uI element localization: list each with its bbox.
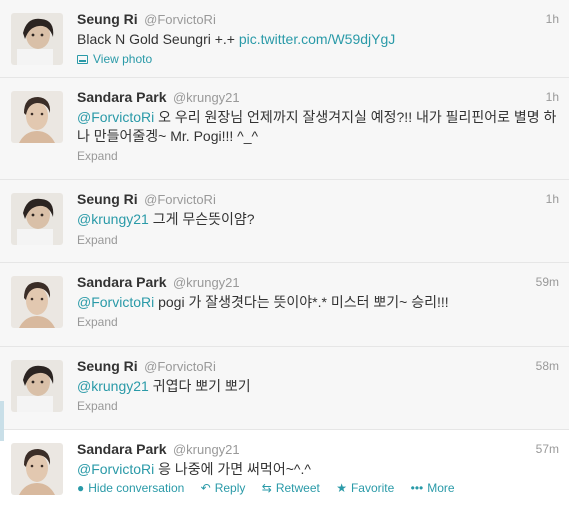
photo-icon [77, 55, 88, 64]
expand-link[interactable]: Expand [77, 149, 118, 163]
username[interactable]: @krungy21 [173, 442, 240, 457]
star-icon: ★ [336, 481, 347, 495]
view-photo-link[interactable]: View photo [77, 52, 152, 66]
timestamp[interactable]: 58m [536, 359, 559, 373]
retweet-icon: ⇆ [261, 481, 272, 495]
retweet-button[interactable]: ⇆ Retweet [262, 481, 320, 495]
conversation-indicator-bar [0, 401, 4, 441]
expand-link[interactable]: Expand [77, 315, 118, 329]
timestamp[interactable]: 57m [536, 442, 559, 456]
tweet-actions: ● Hide conversation ↶ Reply ⇆ Retweet ★ Favo… [77, 481, 559, 495]
tweet-text: @krungy21 그게 무슨뜻이얌? [77, 210, 557, 229]
reply-label: Reply [214, 481, 246, 495]
fullname[interactable]: Seung Ri [77, 191, 138, 207]
tweet-header: Sandara Park @krungy21 59m [77, 274, 559, 292]
timestamp[interactable]: 1h [546, 12, 559, 26]
mention-link[interactable]: @krungy21 [77, 378, 149, 394]
fullname[interactable]: Sandara Park [77, 441, 167, 457]
expand-link[interactable]: Expand [77, 399, 118, 413]
mention-link[interactable]: @ForvictoRi [77, 294, 154, 310]
username[interactable]: @ForvictoRi [144, 359, 216, 374]
avatar[interactable] [11, 193, 63, 245]
tweet-body: 그게 무슨뜻이얌? [148, 211, 255, 227]
hide-conversation-label: Hide conversation [88, 481, 185, 495]
tweet-item-expanded[interactable]: Sandara Park @krungy21 57m @ForvictoRi 응… [0, 430, 569, 507]
view-photo-label: View photo [93, 52, 153, 66]
tweet-header: Seung Ri @ForvictoRi 1h [77, 11, 559, 29]
tweet-header: Seung Ri @ForvictoRi 1h [77, 191, 559, 209]
tweet-item[interactable]: Seung Ri @ForvictoRi 1h Black N Gold Seu… [0, 0, 569, 78]
tweet-text: Black N Gold Seungri +.+ pic.twitter.com… [77, 30, 557, 49]
tweet-body: Black N Gold Seungri +.+ [77, 31, 239, 47]
tweet-text: @ForvictoRi 응 나중에 가면 써먹어~^.^ [77, 460, 557, 479]
hide-conversation-button[interactable]: ● Hide conversation [77, 481, 184, 495]
tweet-item[interactable]: Sandara Park @krungy21 59m @ForvictoRi p… [0, 263, 569, 347]
more-button[interactable]: ••• More [411, 481, 455, 495]
fullname[interactable]: Sandara Park [77, 89, 167, 105]
username[interactable]: @ForvictoRi [144, 192, 216, 207]
more-label: More [427, 481, 455, 495]
tweet-body: 응 나중에 가면 써먹어~^.^ [154, 461, 311, 477]
username[interactable]: @krungy21 [173, 90, 240, 105]
fullname[interactable]: Sandara Park [77, 274, 167, 290]
fullname[interactable]: Seung Ri [77, 358, 138, 374]
username[interactable]: @ForvictoRi [144, 12, 216, 27]
avatar[interactable] [11, 91, 63, 143]
favorite-label: Favorite [350, 481, 395, 495]
retweet-label: Retweet [275, 481, 320, 495]
tweet-text: @ForvictoRi pogi 가 잘생겻다는 뜻이야*.* 미스터 뽀기~ … [77, 293, 557, 312]
reply-arrow-icon: ↶ [200, 481, 211, 495]
expand-link[interactable]: Expand [77, 233, 118, 247]
tweet-text: @krungy21 귀엽다 뽀기 뽀기 [77, 377, 557, 396]
timestamp[interactable]: 1h [546, 192, 559, 206]
mention-link[interactable]: @krungy21 [77, 211, 149, 227]
tweet-text: @ForvictoRi 오 우리 원장님 언제까지 잘생겨지실 예정?!! 내가… [77, 108, 557, 146]
tweet-item[interactable]: Seung Ri @ForvictoRi 58m @krungy21 귀엽다 뽀… [0, 347, 569, 430]
tweet-timeline: Seung Ri @ForvictoRi 1h Black N Gold Seu… [0, 0, 569, 507]
tweet-header: Seung Ri @ForvictoRi 58m [77, 358, 559, 376]
speech-bubble-icon: ● [77, 481, 85, 495]
mention-link[interactable]: @ForvictoRi [77, 461, 154, 477]
tweet-item[interactable]: Seung Ri @ForvictoRi 1h @krungy21 그게 무슨뜻… [0, 180, 569, 263]
photo-link[interactable]: pic.twitter.com/W59djYgJ [239, 31, 395, 47]
tweet-header: Sandara Park @krungy21 1h [77, 89, 559, 107]
favorite-button[interactable]: ★ Favorite [336, 481, 394, 495]
username[interactable]: @krungy21 [173, 275, 240, 290]
avatar[interactable] [11, 360, 63, 412]
fullname[interactable]: Seung Ri [77, 11, 138, 27]
reply-button[interactable]: ↶ Reply [201, 481, 246, 495]
ellipsis-icon: ••• [410, 481, 424, 495]
tweet-body: pogi 가 잘생겻다는 뜻이야*.* 미스터 뽀기~ 승리!!! [154, 294, 449, 310]
timestamp[interactable]: 59m [536, 275, 559, 289]
timestamp[interactable]: 1h [546, 90, 559, 104]
tweet-item[interactable]: Sandara Park @krungy21 1h @ForvictoRi 오 … [0, 78, 569, 180]
avatar[interactable] [11, 13, 63, 65]
avatar[interactable] [11, 443, 63, 495]
avatar[interactable] [11, 276, 63, 328]
tweet-body: 귀엽다 뽀기 뽀기 [148, 378, 251, 394]
mention-link[interactable]: @ForvictoRi [77, 109, 154, 125]
tweet-header: Sandara Park @krungy21 57m [77, 441, 559, 459]
